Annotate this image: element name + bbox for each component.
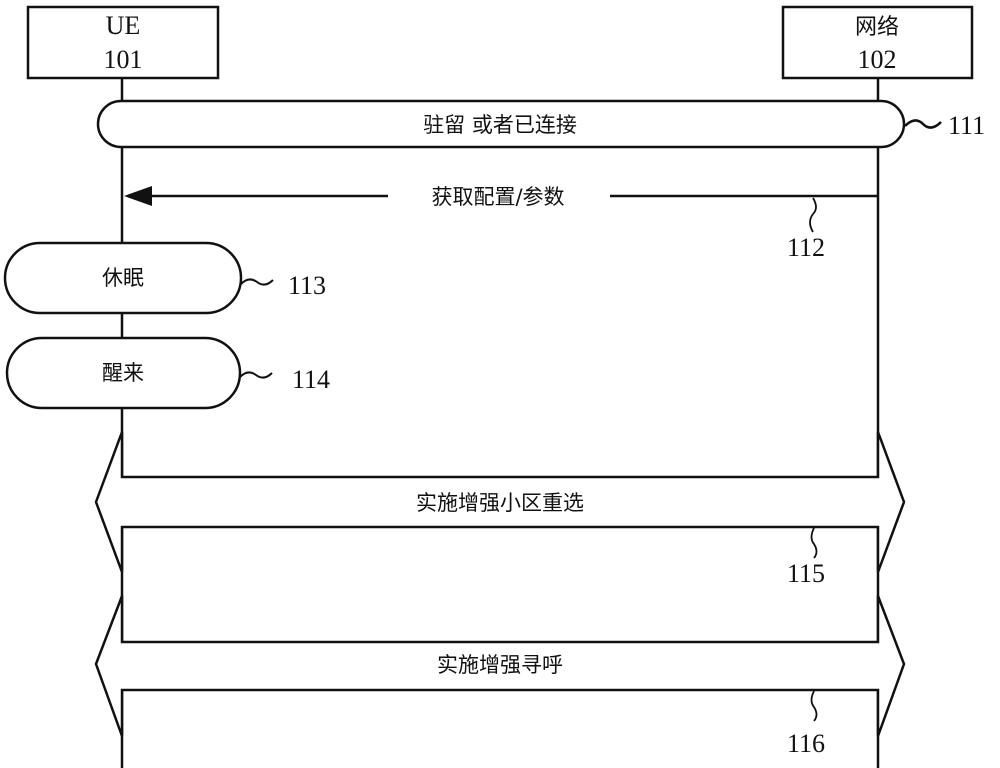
ue-entity-ref: 101 xyxy=(104,45,143,74)
step-sleep: 休眠 113 xyxy=(3,241,326,315)
ref-leader-112 xyxy=(809,197,817,233)
step-enhanced-paging: 实施增强寻呼 116 xyxy=(94,595,906,758)
step-114-label: 醒来 xyxy=(102,361,144,385)
step-112-ref: 112 xyxy=(787,233,825,262)
step-114-ref: 114 xyxy=(292,365,330,394)
step-116-label: 实施增强寻呼 xyxy=(437,653,563,677)
network-entity-name: 网络 xyxy=(855,15,899,40)
step-113-label: 休眠 xyxy=(102,266,144,290)
ref-leader-116 xyxy=(810,690,818,722)
ref-leader-111 xyxy=(904,119,942,129)
ref-leader-114 xyxy=(239,371,273,379)
step-115-label: 实施增强小区重选 xyxy=(416,491,584,515)
ref-leader-115 xyxy=(810,527,818,559)
ue-entity-box: UE 101 xyxy=(26,5,220,80)
step-111-ref: 111 xyxy=(948,111,985,140)
step-112-label: 获取配置/参数 xyxy=(431,185,564,209)
step-113-ref: 113 xyxy=(288,271,326,300)
step-camped-or-connected: 驻留 或者已连接 111 xyxy=(96,99,985,149)
step-115-ref: 115 xyxy=(787,559,825,588)
network-entity-ref: 102 xyxy=(858,45,897,74)
network-entity-box: 网络 102 xyxy=(781,5,974,80)
step-111-label: 驻留 或者已连接 xyxy=(423,113,577,137)
arrowhead-icon xyxy=(124,186,152,206)
step-wake-up: 醒来 114 xyxy=(5,336,330,410)
sequence-diagram: UE 101 网络 102 驻留 或者已连接 111 获取配置/参数 112 休… xyxy=(3,5,985,768)
step-116-ref: 116 xyxy=(787,729,825,758)
step-enhanced-cell-reselection: 实施增强小区重选 115 xyxy=(94,431,906,588)
ref-leader-113 xyxy=(240,278,274,286)
ue-entity-name: UE xyxy=(106,11,141,40)
step-get-config: 获取配置/参数 112 xyxy=(124,185,878,262)
